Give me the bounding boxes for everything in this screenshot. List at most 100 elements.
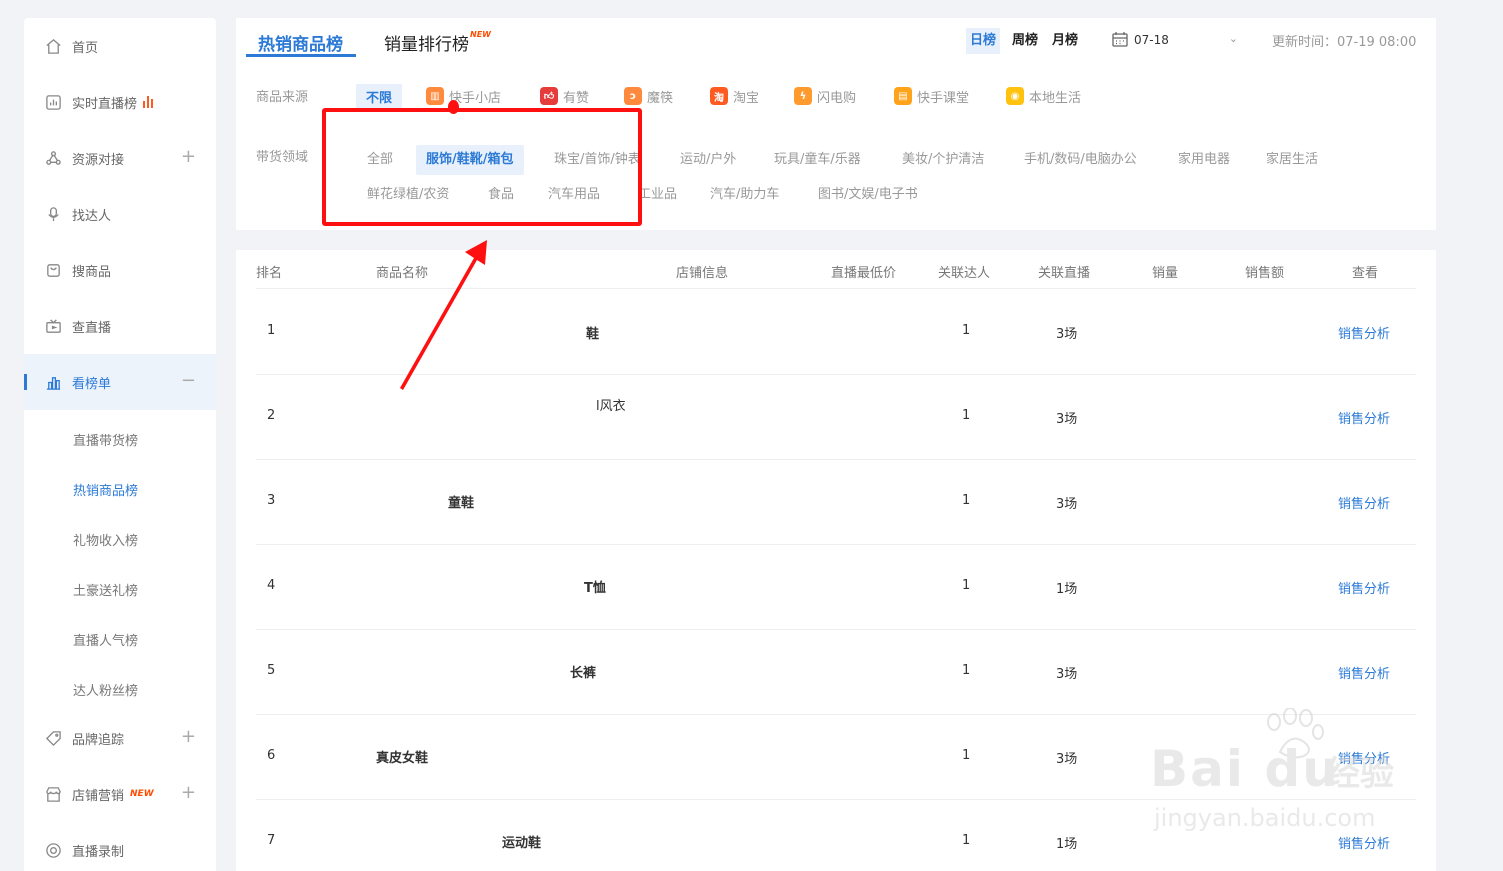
tab-sales-rank[interactable]: 销量排行榜NEW: [384, 30, 491, 55]
rank-cell: 6: [267, 748, 276, 763]
date-picker[interactable]: 07-18 ⌄: [1104, 26, 1248, 54]
category-industrial[interactable]: 工业品: [638, 180, 677, 210]
category-books-media[interactable]: 图书/文娱/电子书: [818, 180, 918, 210]
source-label: 本地生活: [1029, 90, 1082, 106]
sidebar-item-label: 查直播: [72, 320, 112, 336]
sales-analysis-link[interactable]: 销售分析: [1338, 663, 1390, 682]
date-value: 07-18: [1134, 33, 1169, 47]
storefront-icon: [44, 785, 62, 803]
source-kuaishou-shop[interactable]: ▥ 快手小店: [426, 84, 501, 108]
related-live-cell: 3场: [1056, 752, 1078, 767]
product-name-cell[interactable]: 童鞋: [448, 492, 474, 511]
sub-item-live-popularity-rank[interactable]: 直播人气榜: [73, 630, 138, 649]
sidebar-item-rankings[interactable]: 看榜单 −: [24, 354, 216, 410]
collapse-minus-icon[interactable]: −: [181, 372, 196, 390]
sidebar-item-brand-tracking[interactable]: 品牌追踪 +: [24, 710, 216, 766]
column-header-product-name: 商品名称: [376, 266, 429, 281]
source-label: 魔筷: [647, 90, 674, 106]
sidebar-item-label: 看榜单: [72, 376, 112, 392]
period-daily[interactable]: 日榜: [966, 28, 1001, 54]
product-name-cell[interactable]: 鞋: [586, 323, 599, 342]
sidebar-item-find-talent[interactable]: 找达人: [24, 186, 216, 242]
category-toys-instruments[interactable]: 玩具/童车/乐器: [774, 145, 861, 175]
table-row: 4 T恤 1 1场 销售分析: [256, 545, 1416, 630]
annotation-dot: [448, 100, 459, 114]
source-filter-label: 商品来源: [256, 90, 309, 105]
source-local-life[interactable]: ◉ 本地生活: [1006, 84, 1081, 108]
source-mokuai[interactable]: ↄ 魔筷: [624, 84, 673, 108]
active-tab-indicator: [246, 54, 356, 57]
lightning-bag-icon: ϟ: [794, 87, 812, 105]
sales-analysis-link[interactable]: 销售分析: [1338, 408, 1390, 427]
product-name-cell[interactable]: 长裤: [570, 662, 596, 681]
source-all[interactable]: 不限: [356, 84, 403, 108]
source-label: 淘宝: [733, 90, 760, 106]
watermark-cn: 经验: [1326, 754, 1394, 794]
related-live-cell: 3场: [1056, 327, 1078, 342]
category-appliances[interactable]: 家用电器: [1178, 145, 1230, 175]
category-sports-outdoor[interactable]: 运动/户外: [680, 145, 736, 175]
update-time: 更新时间：07-19 08:00: [1272, 35, 1417, 50]
sidebar-item-check-live[interactable]: 查直播: [24, 298, 216, 354]
source-flash-buy[interactable]: ϟ 闪电购: [794, 84, 856, 108]
period-weekly[interactable]: 周榜: [1008, 28, 1042, 54]
rank-cell: 7: [267, 833, 276, 848]
sales-analysis-link[interactable]: 销售分析: [1338, 578, 1390, 597]
source-label: 不限: [366, 90, 393, 106]
table-row: 3 童鞋 1 3场 销售分析: [256, 460, 1416, 545]
kuaishou-shop-icon: ▥: [426, 87, 444, 105]
thumbs-up-icon: 👍︎: [540, 87, 558, 105]
tag-icon: [44, 729, 62, 747]
source-youzan[interactable]: 👍︎ 有赞: [540, 84, 589, 108]
related-talent-cell: 1: [962, 833, 971, 848]
microphone-icon: [44, 205, 62, 223]
category-home-living[interactable]: 家居生活: [1266, 145, 1318, 175]
sidebar-item-home[interactable]: 首页: [24, 18, 216, 74]
related-talent-cell: 1: [962, 323, 971, 338]
sidebar-item-search-goods[interactable]: 搜商品: [24, 242, 216, 298]
product-name-cell[interactable]: 真皮女鞋: [376, 747, 428, 766]
category-filter-label: 带货领域: [256, 150, 309, 165]
annotation-highlight-box: [322, 108, 642, 226]
sidebar: 首页 实时直播榜 资源对接 + 找达人 搜商品 查直播 看榜单 − 直播带货榜 …: [24, 18, 216, 871]
sidebar-item-live-rank[interactable]: 实时直播榜: [24, 74, 216, 130]
period-monthly[interactable]: 月榜: [1048, 28, 1082, 54]
network-icon: [44, 149, 62, 167]
sidebar-item-resources[interactable]: 资源对接 +: [24, 130, 216, 186]
expand-plus-icon[interactable]: +: [181, 728, 196, 746]
column-header-lowest-price: 直播最低价: [831, 266, 897, 281]
tab-hot-goods[interactable]: 热销商品榜: [258, 30, 343, 55]
sidebar-item-label: 找达人: [72, 208, 112, 224]
source-taobao[interactable]: 淘 淘宝: [710, 84, 759, 108]
category-vehicles[interactable]: 汽车/助力车: [710, 180, 779, 210]
table-row: 2 l风衣 1 3场 销售分析: [256, 375, 1416, 460]
baidu-jingyan-watermark: Bai du 经验 jingyan.baidu.com: [1150, 700, 1430, 840]
sales-analysis-link[interactable]: 销售分析: [1338, 323, 1390, 342]
product-name-cell[interactable]: T恤: [584, 577, 606, 596]
category-phones-digital[interactable]: 手机/数码/电脑办公: [1024, 145, 1137, 175]
column-header-view: 查看: [1352, 266, 1379, 281]
sales-analysis-link[interactable]: 销售分析: [1338, 493, 1390, 512]
sidebar-item-live-recording[interactable]: 直播录制: [24, 822, 216, 871]
column-header-related-live: 关联直播: [1038, 266, 1091, 281]
expand-plus-icon[interactable]: +: [181, 148, 196, 166]
related-live-cell: 3场: [1056, 667, 1078, 682]
column-header-sales-amount: 销售额: [1245, 266, 1285, 281]
rank-cell: 5: [267, 663, 276, 678]
category-beauty-care[interactable]: 美妆/个护清洁: [902, 145, 984, 175]
sidebar-item-label: 品牌追踪: [72, 732, 125, 748]
expand-plus-icon[interactable]: +: [181, 784, 196, 802]
sub-item-live-sales-rank[interactable]: 直播带货榜: [73, 430, 138, 449]
sub-item-talent-fans-rank[interactable]: 达人粉丝榜: [73, 680, 138, 699]
tv-icon: [44, 317, 62, 335]
sub-item-gift-income-rank[interactable]: 礼物收入榜: [73, 530, 138, 549]
sidebar-item-shop-marketing[interactable]: 店铺营销 NEW +: [24, 766, 216, 822]
product-name-cell[interactable]: 运动鞋: [502, 832, 541, 851]
rank-cell: 4: [267, 578, 276, 593]
source-kuaishou-class[interactable]: ▤ 快手课堂: [894, 84, 969, 108]
sub-item-hot-goods-rank[interactable]: 热销商品榜: [73, 480, 138, 499]
product-name-cell[interactable]: l风衣: [596, 395, 626, 414]
sub-item-big-spender-rank[interactable]: 土豪送礼榜: [73, 580, 138, 599]
related-live-cell: 1场: [1056, 582, 1078, 597]
rank-cell: 1: [267, 323, 276, 338]
